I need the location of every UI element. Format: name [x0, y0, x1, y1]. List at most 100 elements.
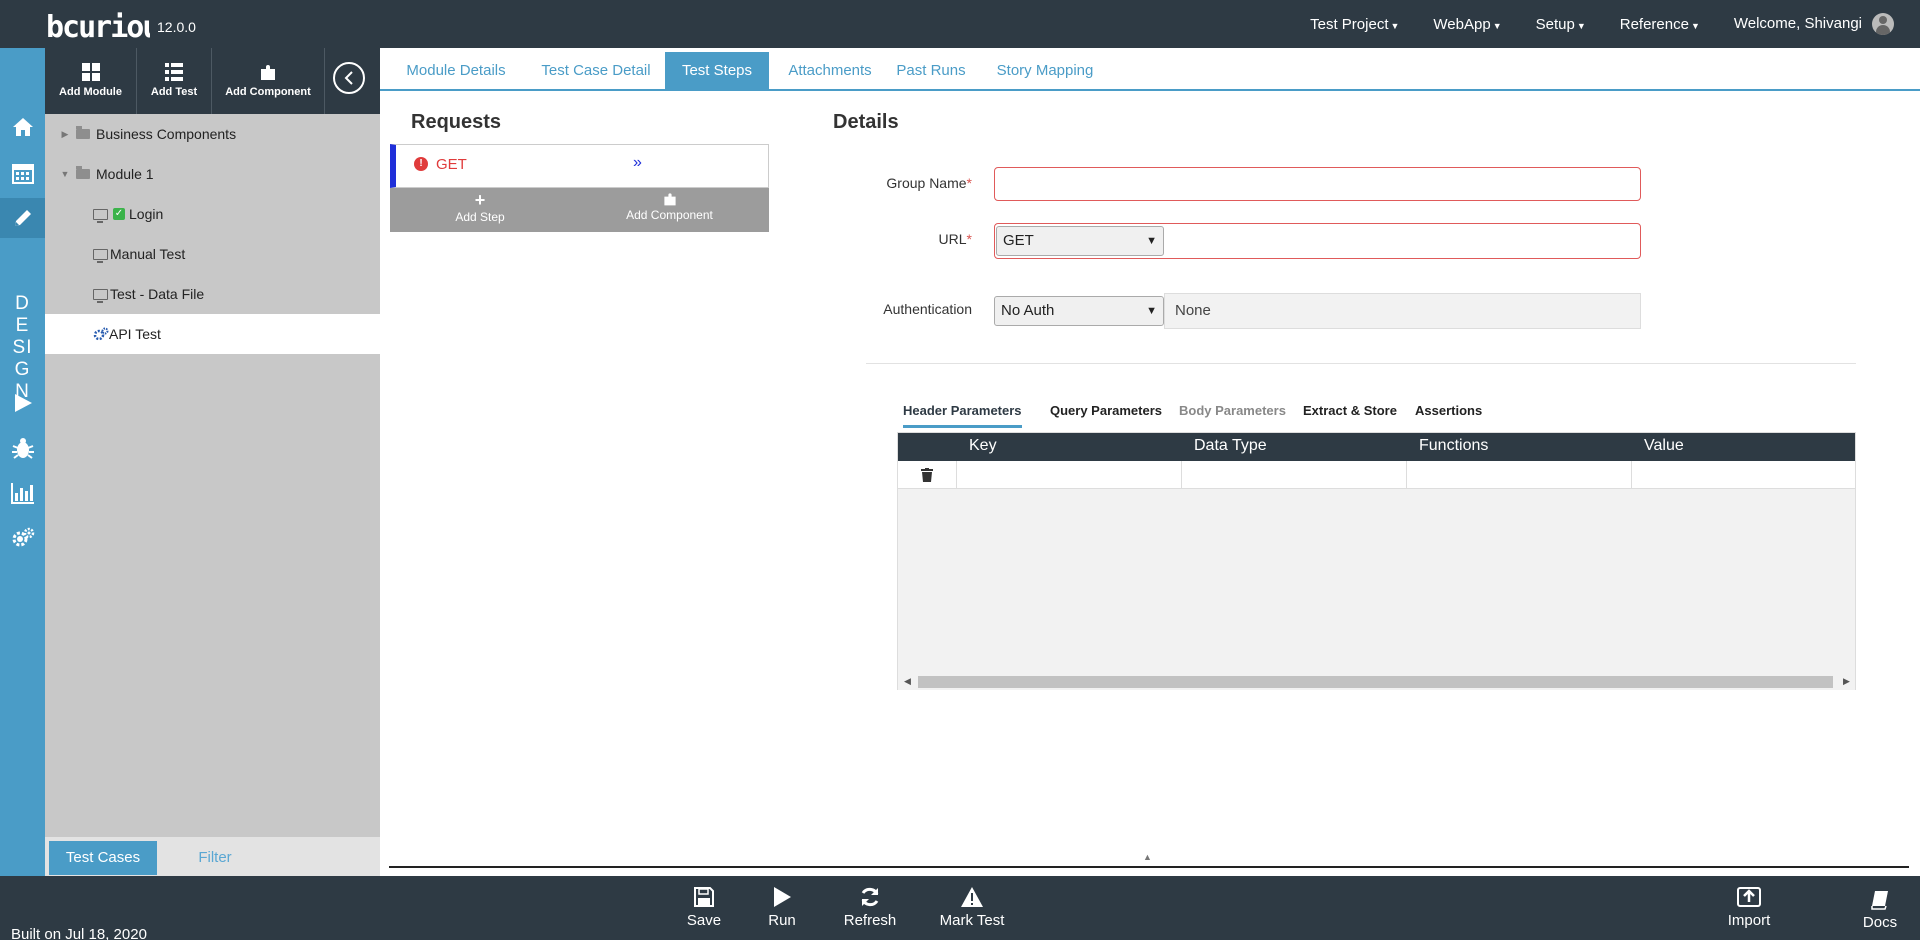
- welcome-text: Welcome, Shivangi: [1733, 14, 1862, 32]
- data-type-cell[interactable]: [1182, 461, 1407, 489]
- run-button[interactable]: Run: [764, 886, 800, 929]
- nav-label: Reference: [1619, 15, 1689, 33]
- tab-extract-store[interactable]: Extract & Store: [1303, 403, 1397, 418]
- bar-chart-icon[interactable]: [0, 473, 45, 513]
- scroll-left-icon[interactable]: ◀: [904, 676, 911, 687]
- calendar-icon[interactable]: [0, 153, 45, 193]
- tab-test-steps[interactable]: Test Steps: [665, 52, 769, 90]
- refresh-icon: [861, 887, 879, 907]
- caret-down-icon[interactable]: ▼: [58, 169, 72, 179]
- scrollbar-thumb[interactable]: [918, 676, 1833, 688]
- grid-icon: [81, 63, 100, 81]
- tree-item-business-components[interactable]: ▶ Business Components: [45, 114, 380, 154]
- caret-down-icon: ▼: [1690, 20, 1700, 31]
- import-label: Import: [1727, 912, 1771, 929]
- horizontal-scrollbar[interactable]: ◀ ▶: [898, 673, 1855, 690]
- add-component-label: Add Component: [225, 86, 311, 98]
- avatar: [1872, 13, 1894, 35]
- caret-down-icon: ▼: [1576, 20, 1586, 31]
- user-menu[interactable]: Welcome, Shivangi: [1734, 13, 1894, 35]
- design-letter: SI: [12, 337, 33, 358]
- save-button[interactable]: Save: [684, 886, 724, 929]
- chevron-down-icon: ▼: [1146, 235, 1157, 247]
- requests-title: Requests: [411, 111, 502, 133]
- content-tabs: Module Details Test Case Detail Test Ste…: [380, 52, 1920, 91]
- tab-filter[interactable]: Filter: [175, 841, 255, 875]
- tab-past-runs[interactable]: Past Runs: [890, 52, 972, 90]
- docs-label: Docs: [1862, 914, 1898, 931]
- scroll-right-icon[interactable]: ▶: [1843, 676, 1850, 687]
- trash-icon[interactable]: [921, 468, 933, 482]
- chevron-left-icon: [344, 71, 353, 85]
- grid-header: Key Data Type Functions Value: [898, 433, 1855, 461]
- nav-reference[interactable]: Reference ▼: [1620, 16, 1700, 33]
- gears-icon[interactable]: [0, 518, 45, 558]
- nav-setup[interactable]: Setup ▼: [1536, 16, 1586, 33]
- tab-assertions[interactable]: Assertions: [1415, 403, 1482, 418]
- refresh-label: Refresh: [843, 912, 897, 929]
- nav-label: WebApp: [1433, 15, 1491, 33]
- tab-header-parameters[interactable]: Header Parameters: [903, 403, 1022, 428]
- test-tree-panel: Add Module Add Test Add Component ▶ Busi…: [45, 48, 380, 876]
- tab-attachments[interactable]: Attachments: [780, 52, 880, 90]
- book-icon: [1871, 891, 1888, 910]
- caret-up-icon[interactable]: ▲: [1143, 852, 1152, 862]
- request-item[interactable]: ! GET »: [390, 144, 769, 188]
- column-functions: Functions: [1419, 437, 1489, 454]
- collapse-panel-button[interactable]: [333, 62, 365, 94]
- design-letter: E: [15, 315, 30, 336]
- select-value: GET: [1003, 232, 1034, 249]
- tab-story-mapping[interactable]: Story Mapping: [982, 52, 1108, 90]
- tree-item-label: Test - Data File: [110, 286, 205, 302]
- caret-down-icon: ▼: [1390, 20, 1400, 31]
- group-name-input[interactable]: [994, 167, 1641, 201]
- top-bar: bcurious 12.0.0 Test Project▼ WebApp▼ Se…: [0, 0, 1920, 48]
- tree-item-test-data-file[interactable]: Test - Data File: [45, 274, 380, 314]
- add-component-label: Add Component: [626, 208, 713, 222]
- refresh-button[interactable]: Refresh: [841, 886, 899, 929]
- column-data-type: Data Type: [1194, 437, 1267, 454]
- nav-label: Setup: [1535, 15, 1575, 33]
- auth-type-select[interactable]: No Auth ▼: [994, 296, 1164, 326]
- nav-webapp[interactable]: WebApp ▼: [1433, 16, 1501, 33]
- tab-test-cases[interactable]: Test Cases: [49, 841, 157, 875]
- tab-module-details[interactable]: Module Details: [394, 52, 518, 90]
- tab-test-case-detail[interactable]: Test Case Detail: [530, 52, 662, 90]
- details-title: Details: [833, 111, 899, 133]
- tree-item-manual-test[interactable]: Manual Test: [45, 234, 380, 274]
- app-logo[interactable]: bcurious: [46, 5, 150, 45]
- double-chevron-right-icon[interactable]: »: [633, 154, 642, 172]
- bug-icon[interactable]: [0, 428, 45, 468]
- docs-button[interactable]: Docs: [1860, 890, 1900, 931]
- add-test-button[interactable]: Add Test: [137, 48, 212, 114]
- value-cell[interactable]: [1632, 461, 1855, 489]
- import-button[interactable]: Import: [1725, 886, 1773, 929]
- add-step-button[interactable]: + Add Step: [390, 188, 570, 232]
- add-component-button[interactable]: Add Component: [212, 48, 325, 114]
- run-label: Run: [768, 912, 796, 929]
- save-label: Save: [686, 912, 722, 929]
- caret-down-icon: ▼: [1492, 20, 1502, 31]
- tree-item-login[interactable]: ✓ Login: [45, 194, 380, 234]
- tab-query-parameters[interactable]: Query Parameters: [1050, 403, 1162, 418]
- folder-open-icon: [76, 166, 90, 179]
- nav-test-project[interactable]: Test Project ▼: [1310, 16, 1399, 33]
- pencil-icon[interactable]: [0, 198, 45, 238]
- tree-item-api-test[interactable]: API Test: [45, 314, 380, 354]
- app-version: 12.0.0: [157, 19, 196, 35]
- add-module-label: Add Module: [59, 86, 122, 98]
- add-component-step-button[interactable]: Add Component: [570, 188, 769, 232]
- delete-row-cell: [898, 461, 957, 489]
- play-icon[interactable]: [0, 383, 45, 423]
- tab-body-parameters[interactable]: Body Parameters: [1179, 403, 1286, 418]
- mark-test-button[interactable]: Mark Test: [936, 886, 1008, 929]
- design-letter: G: [14, 359, 31, 380]
- key-cell[interactable]: [957, 461, 1182, 489]
- add-module-button[interactable]: Add Module: [45, 48, 137, 114]
- tree-item-module-1[interactable]: ▼ Module 1: [45, 154, 380, 194]
- add-step-label: Add Step: [455, 210, 505, 224]
- caret-right-icon[interactable]: ▶: [58, 129, 72, 140]
- home-icon[interactable]: [0, 107, 45, 147]
- url-method-select[interactable]: GET ▼: [996, 226, 1164, 256]
- functions-cell[interactable]: [1407, 461, 1632, 489]
